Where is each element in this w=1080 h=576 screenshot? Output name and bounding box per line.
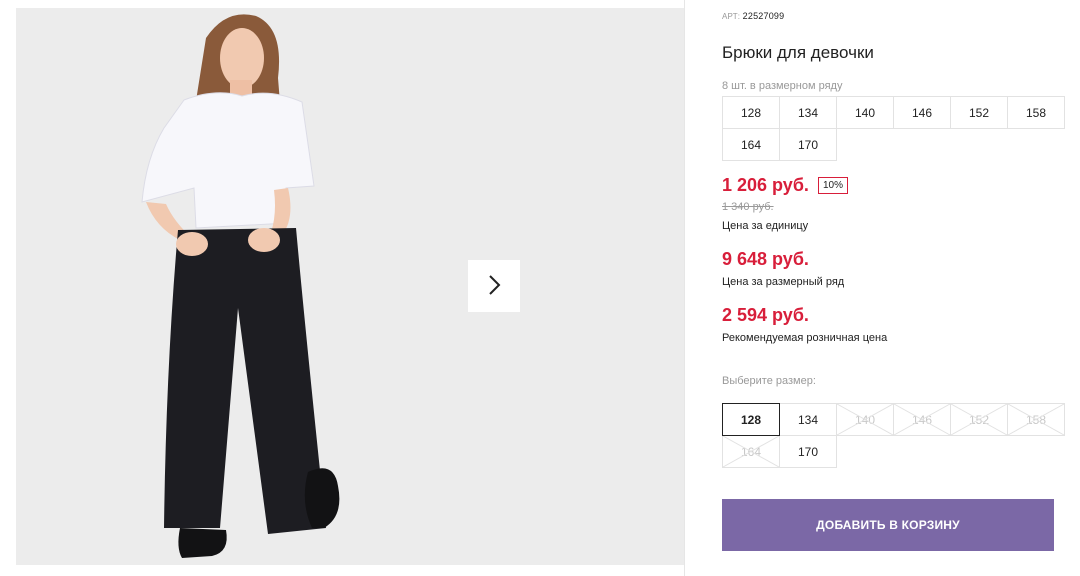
pack-size-cell: 146	[893, 96, 951, 129]
product-info-panel: АРТ: 22527099 Брюки для девочки 8 шт. в …	[722, 0, 1065, 576]
panel-divider	[684, 0, 685, 576]
old-price: 1 340 руб.	[722, 201, 774, 213]
pack-count-label: 8 шт. в размерном ряду	[722, 80, 843, 92]
pack-price-label: Цена за размерный ряд	[722, 276, 845, 288]
size-option-disabled: 152	[950, 403, 1008, 436]
size-select-grid: 128 134 140 146 152 158 164 170	[722, 403, 1065, 468]
gallery-next-button[interactable]	[468, 260, 520, 312]
pack-size-cell: 128	[722, 96, 780, 129]
article-number: 22527099	[742, 11, 785, 21]
chevron-right-icon	[487, 274, 501, 299]
product-title: Брюки для девочки	[722, 43, 874, 62]
size-option-disabled: 140	[836, 403, 894, 436]
pack-size-cell: 134	[779, 96, 837, 129]
size-option[interactable]: 170	[779, 435, 837, 468]
retail-price: 2 594 руб.	[722, 305, 809, 325]
size-option[interactable]: 134	[779, 403, 837, 436]
cross-out-icon	[1008, 404, 1064, 435]
size-option-disabled: 164	[722, 435, 780, 468]
product-gallery	[0, 0, 684, 576]
pack-size-cell: 170	[779, 128, 837, 161]
unit-price-label: Цена за единицу	[722, 220, 809, 232]
discount-badge: 10%	[818, 177, 849, 194]
pack-size-cell: 140	[836, 96, 894, 129]
pack-size-cell: 164	[722, 128, 780, 161]
pack-size-grid: 128 134 140 146 152 158 164 170	[722, 96, 1065, 161]
add-to-cart-button[interactable]: ДОБАВИТЬ В КОРЗИНУ	[722, 499, 1054, 551]
size-select-label: Выберите размер:	[722, 375, 816, 387]
article-prefix: АРТ:	[722, 12, 741, 21]
cross-out-icon	[837, 404, 893, 435]
pack-price: 9 648 руб.	[722, 249, 809, 269]
cross-out-icon	[951, 404, 1007, 435]
cross-out-icon	[894, 404, 950, 435]
unit-price: 1 206 руб.	[722, 175, 809, 195]
article-line: АРТ: 22527099	[722, 11, 784, 21]
pack-size-cell: 158	[1007, 96, 1065, 129]
size-option-selected[interactable]: 128	[722, 403, 780, 436]
size-option-disabled: 158	[1007, 403, 1065, 436]
size-option-disabled: 146	[893, 403, 951, 436]
retail-price-label: Рекомендуемая розничная цена	[722, 332, 888, 344]
product-photo[interactable]	[16, 8, 436, 565]
cross-out-icon	[723, 436, 779, 467]
pack-size-cell: 152	[950, 96, 1008, 129]
